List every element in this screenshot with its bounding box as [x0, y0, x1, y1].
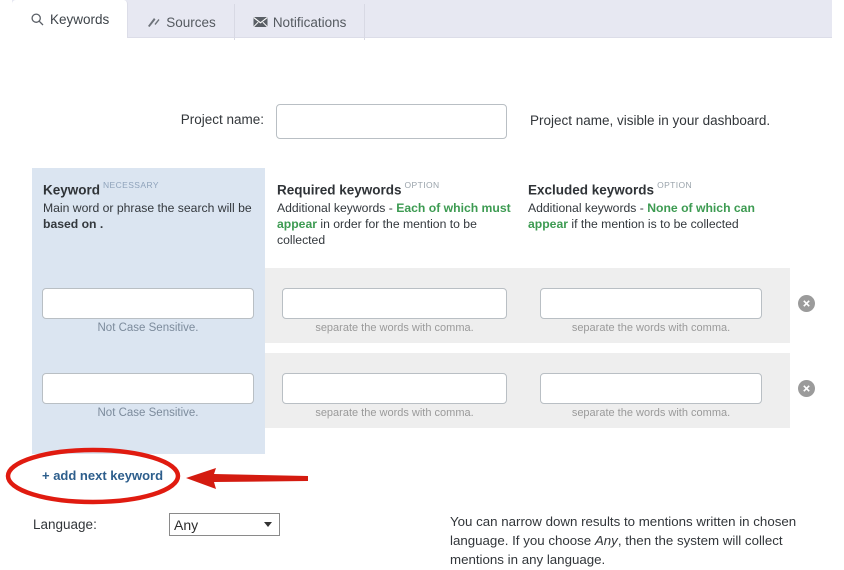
required-input-2[interactable]: [282, 373, 507, 404]
tab-sources-label: Sources: [166, 14, 216, 30]
language-hint: You can narrow down results to mentions …: [450, 512, 802, 569]
feed-icon: [146, 15, 161, 30]
keyword-desc-line1: Main word or phrase the search will be: [43, 201, 252, 216]
keyword-input-1[interactable]: [42, 288, 254, 319]
language-select[interactable]: Any: [169, 513, 280, 536]
keyword-necessary-badge: NECESSARY: [103, 180, 159, 190]
language-hint-line2c: , then the system will collect: [617, 533, 783, 548]
project-name-hint: Project name, visible in your dashboard.: [530, 113, 771, 128]
required-column-header: Required keywords OPTION Additional keywo…: [277, 180, 527, 248]
keyword-input-2[interactable]: [42, 373, 254, 404]
required-hint-1: separate the words with comma.: [315, 322, 474, 334]
remove-circle-icon: [802, 299, 811, 308]
excluded-input-1[interactable]: [540, 288, 762, 319]
excluded-column-header: Excluded keywords OPTION Additional keywo…: [528, 180, 780, 232]
excluded-column-desc: Additional keywords - None of which can …: [528, 200, 780, 232]
tab-notifications[interactable]: Notifications: [235, 4, 366, 40]
excluded-hint-2: separate the words with comma.: [571, 407, 731, 419]
project-name-input[interactable]: [276, 104, 507, 139]
required-input-1[interactable]: [282, 288, 507, 319]
tab-sources[interactable]: Sources: [128, 4, 235, 40]
project-name-row: Project name: Project name, visible in y…: [0, 104, 844, 140]
excluded-desc-pre: Additional keywords -: [528, 201, 648, 216]
required-desc-pre: Additional keywords -: [277, 201, 397, 216]
excluded-option-badge: OPTION: [657, 180, 693, 190]
remove-keyword-row-2-button[interactable]: [798, 380, 815, 397]
project-name-label: Project name:: [180, 112, 264, 127]
required-hint-2: separate the words with comma.: [315, 407, 474, 419]
search-icon: [30, 12, 45, 27]
remove-circle-icon: [802, 384, 811, 393]
tab-list: Keywords Sources Notifications: [12, 0, 366, 40]
envelope-icon: [253, 15, 268, 30]
keyword-field-1: Not Case Sensitive.: [42, 288, 254, 334]
language-hint-line1: You can narrow down results to mentions …: [450, 514, 797, 529]
language-selected-value: Any: [174, 516, 199, 533]
language-hint-line2a: language. If you choose: [450, 533, 595, 548]
keyword-hint-2: Not Case Sensitive.: [97, 407, 199, 419]
language-hint-line3: mentions in any language.: [450, 552, 606, 567]
keyword-field-2: Not Case Sensitive.: [42, 373, 254, 419]
add-next-keyword-link[interactable]: + add next keyword: [42, 468, 163, 483]
keyword-matrix: Keyword NECESSARY Main word or phrase the…: [0, 168, 844, 454]
chevron-down-icon: [264, 522, 272, 527]
optional-column-headers: Required keywords OPTION Additional keywo…: [265, 168, 790, 268]
keyword-column-desc: Main word or phrase the search will be b…: [43, 200, 253, 232]
required-column-title: Required keywords: [277, 182, 402, 198]
excluded-desc-post: if the mention is to be collected: [567, 217, 739, 232]
tab-notifications-label: Notifications: [272, 14, 347, 30]
tab-keywords[interactable]: Keywords: [12, 0, 129, 38]
keyword-column-header: Keyword NECESSARY Main word or phrase the…: [32, 168, 265, 232]
keyword-hint-1: Not Case Sensitive.: [97, 322, 199, 334]
excluded-field-2: separate the words with comma.: [540, 373, 762, 419]
excluded-input-2[interactable]: [540, 373, 762, 404]
keyword-desc-line2: based on .: [43, 217, 104, 232]
excluded-hint-1: separate the words with comma.: [571, 322, 731, 334]
language-hint-any: Any: [594, 533, 618, 548]
excluded-column-title: Excluded keywords: [528, 182, 655, 198]
required-field-2: separate the words with comma.: [282, 373, 507, 419]
required-field-1: separate the words with comma.: [282, 288, 507, 334]
annotation-arrow: [186, 468, 308, 489]
tab-strip: Keywords Sources Notifications: [12, 0, 832, 40]
excluded-field-1: separate the words with comma.: [540, 288, 762, 334]
tab-keywords-label: Keywords: [50, 11, 110, 27]
keyword-column-title: Keyword: [43, 182, 101, 198]
required-column-desc: Additional keywords - Each of which must…: [277, 200, 527, 248]
required-option-badge: OPTION: [404, 180, 440, 190]
language-label: Language:: [33, 517, 97, 532]
remove-keyword-row-1-button[interactable]: [798, 295, 815, 312]
keyword-settings-page: Keywords Sources Notifications Project n…: [0, 0, 844, 570]
